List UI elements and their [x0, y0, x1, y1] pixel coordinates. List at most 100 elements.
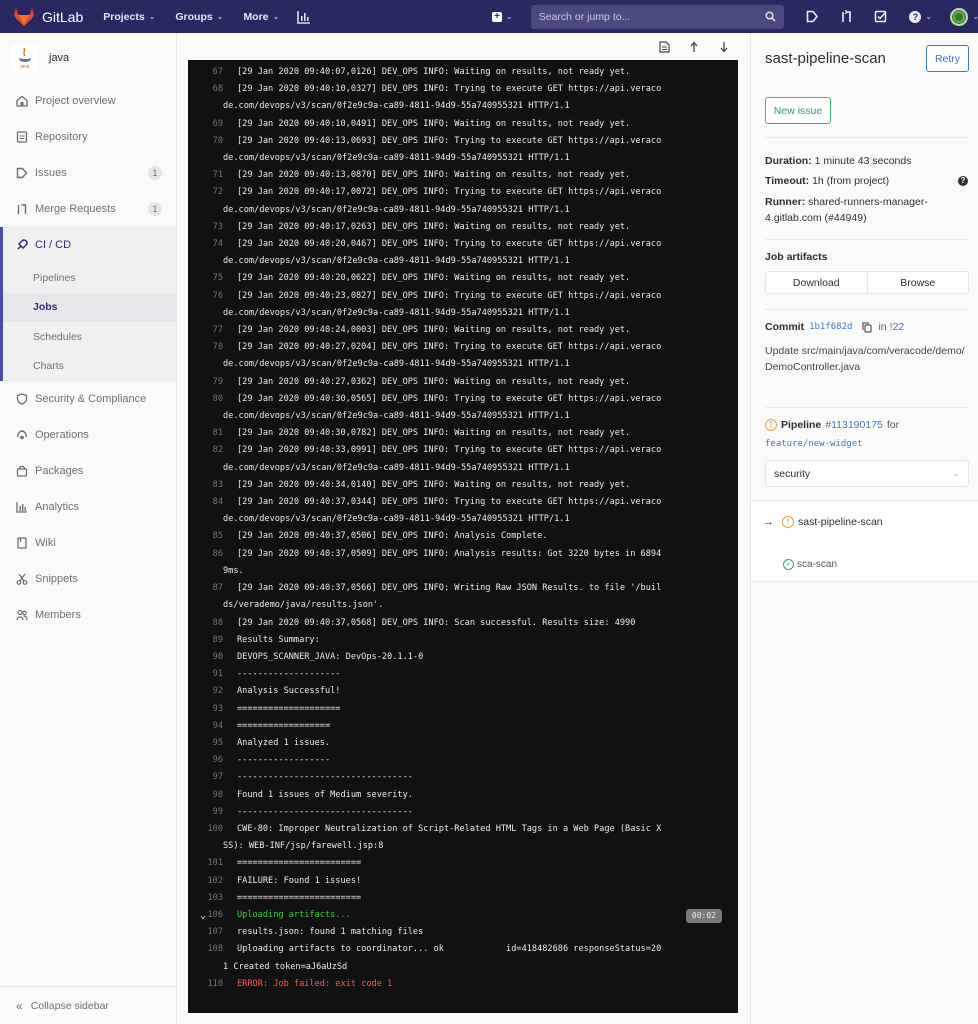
log-line-number[interactable]: 89 — [188, 632, 237, 649]
sidebar-subitem-jobs[interactable]: Jobs — [3, 292, 176, 322]
pipeline-id-link[interactable]: #113190175 — [825, 419, 883, 431]
log-line-text: [29 Jan 2020 09:40:27,0204] DEV_OPS INFO… — [237, 342, 662, 353]
sidebar-item-analytics[interactable]: Analytics — [0, 489, 176, 525]
log-line-number[interactable]: 103 — [188, 890, 237, 907]
gitlab-home-link[interactable]: GitLab — [14, 7, 83, 26]
log-line-number[interactable]: 98 — [188, 787, 237, 804]
log-line-text: Uploading artifacts to coordinator... ok… — [237, 944, 662, 955]
cloud-icon — [16, 429, 28, 441]
sidebar-item-operations[interactable]: Operations — [0, 417, 176, 453]
stage-select[interactable]: security ⌄ — [765, 460, 969, 487]
divider — [765, 137, 969, 138]
branch-link[interactable]: feature/new-widget — [765, 439, 863, 449]
nav-groups[interactable]: Groups ⌄ — [175, 11, 223, 23]
log-line-number[interactable]: 77 — [188, 322, 237, 339]
log-line-number[interactable]: 69 — [188, 116, 237, 133]
sidebar-item-snippets[interactable]: Snippets — [0, 561, 176, 597]
search-input[interactable]: Search or jump to... — [530, 4, 784, 29]
log-section-header[interactable]: ⌄ 106 Uploading artifacts... 00:02 — [188, 907, 738, 924]
scroll-to-top-button[interactable] — [688, 40, 700, 54]
copy-icon[interactable] — [862, 321, 873, 333]
nav-projects[interactable]: Projects ⌄ — [103, 11, 155, 23]
merge-requests-count-badge: 1 — [148, 202, 162, 216]
log-line-text: ======================== — [237, 858, 362, 869]
job-item-current[interactable]: → ! sast-pipeline-scan — [763, 516, 883, 528]
success-status-icon: ✓ — [783, 559, 794, 570]
log-line-number[interactable]: 71 — [188, 167, 237, 184]
log-line-number[interactable]: 67 — [188, 64, 237, 81]
log-line-number[interactable]: 91 — [188, 666, 237, 683]
log-line-number[interactable]: 92 — [188, 683, 237, 700]
log-line-text: [29 Jan 2020 09:40:34,0140] DEV_OPS INFO… — [237, 479, 631, 490]
merge-requests-nav-button[interactable] — [840, 10, 854, 24]
log-line-number[interactable]: 75 — [188, 270, 237, 287]
log-line-number[interactable]: 88 — [188, 615, 237, 632]
collapse-sidebar-button[interactable]: « Collapse sidebar — [0, 986, 176, 1024]
log-line-number[interactable]: 95 — [188, 735, 237, 752]
merge-request-link[interactable]: !22 — [890, 321, 905, 333]
commit-sha-link[interactable]: 1b1f682d — [809, 322, 852, 332]
log-line-number[interactable]: 96 — [188, 752, 237, 769]
log-line-number[interactable]: 102 — [188, 873, 237, 890]
package-icon — [16, 465, 28, 477]
shield-icon — [16, 393, 28, 405]
log-line-continuation: de.com/devops/v3/scan/0f2e9c9a-ca89-4811… — [223, 307, 570, 318]
timeout-help-icon[interactable]: ? — [958, 176, 968, 186]
log-line-text: ================== — [237, 720, 331, 731]
log-line-number[interactable]: 93 — [188, 701, 237, 718]
sidebar-item-packages[interactable]: Packages — [0, 453, 176, 489]
job-item[interactable]: ✓ sca-scan — [783, 559, 837, 570]
project-header[interactable]: java java — [0, 33, 176, 83]
job-artifacts-title: Job artifacts — [765, 251, 828, 263]
raw-file-icon — [658, 41, 670, 53]
collapse-section-chevron-icon[interactable]: ⌄ — [200, 907, 206, 924]
retry-button[interactable]: Retry — [926, 45, 969, 72]
log-line-continuation: de.com/devops/v3/scan/0f2e9c9a-ca89-4811… — [223, 359, 570, 370]
new-issue-button[interactable]: New issue — [765, 97, 831, 124]
log-line-number[interactable]: 106 — [188, 907, 237, 924]
log-line: 77 [29 Jan 2020 09:40:24,0003] DEV_OPS IN… — [188, 322, 738, 339]
log-line-number[interactable]: 99 — [188, 804, 237, 821]
sidebar-subitem-charts[interactable]: Charts — [3, 352, 176, 382]
activity-chart-icon[interactable] — [297, 10, 311, 24]
sidebar-item-merge-requests[interactable]: Merge Requests 1 — [0, 191, 176, 227]
sidebar-item-members[interactable]: Members — [0, 597, 176, 633]
raw-log-button[interactable] — [658, 40, 670, 54]
sidebar-item-security-compliance[interactable]: Security & Compliance — [0, 381, 176, 417]
new-dropdown-button[interactable]: + ⌄ — [492, 11, 513, 22]
log-line-number[interactable]: 81 — [188, 425, 237, 442]
sidebar-item-issues[interactable]: Issues 1 — [0, 155, 176, 191]
issues-count-badge: 1 — [148, 166, 162, 180]
log-line-number[interactable]: 94 — [188, 718, 237, 735]
log-line: 90 DEVOPS_SCANNER_JAVA: DevOps-20.1.1-0 — [188, 649, 738, 666]
download-artifacts-button[interactable]: Download — [766, 272, 868, 293]
log-line-number[interactable]: 110 — [188, 976, 237, 993]
log-line-number[interactable]: 107 — [188, 924, 237, 941]
log-line-number[interactable]: 83 — [188, 477, 237, 494]
log-line-number[interactable]: 79 — [188, 374, 237, 391]
nav-more[interactable]: More ⌄ — [243, 11, 279, 23]
help-dropdown-button[interactable]: ? ⌄ — [908, 10, 934, 24]
log-line-number[interactable]: 85 — [188, 528, 237, 545]
sidebar-subitem-pipelines[interactable]: Pipelines — [3, 263, 176, 293]
log-line-number[interactable]: 90 — [188, 649, 237, 666]
log-line-number[interactable]: 97 — [188, 769, 237, 786]
sidebar-subitem-schedules[interactable]: Schedules — [3, 322, 176, 352]
sidebar-item-repository[interactable]: Repository — [0, 119, 176, 155]
log-line-number[interactable]: 101 — [188, 855, 237, 872]
sidebar-item-cicd[interactable]: CI / CD — [3, 227, 176, 263]
scroll-to-bottom-button[interactable] — [718, 40, 730, 54]
issues-nav-button[interactable] — [806, 10, 820, 24]
log-line-number[interactable]: 73 — [188, 219, 237, 236]
sidebar-item-project-overview[interactable]: Project overview — [0, 83, 176, 119]
warning-status-icon: ! — [782, 516, 794, 528]
chevron-down-icon: ⌄ — [148, 12, 156, 21]
sidebar-item-wiki[interactable]: Wiki — [0, 525, 176, 561]
log-line-text: [29 Jan 2020 09:40:17,0263] DEV_OPS INFO… — [237, 221, 631, 232]
merge-request-icon — [16, 203, 28, 215]
job-name: sast-pipeline-scan — [798, 516, 883, 528]
job-log: 67 [29 Jan 2020 09:40:07,0126] DEV_OPS IN… — [188, 60, 738, 1013]
browse-artifacts-button[interactable]: Browse — [868, 272, 969, 293]
user-menu-button[interactable]: ⌄ — [950, 7, 978, 26]
todos-nav-button[interactable] — [874, 10, 888, 24]
